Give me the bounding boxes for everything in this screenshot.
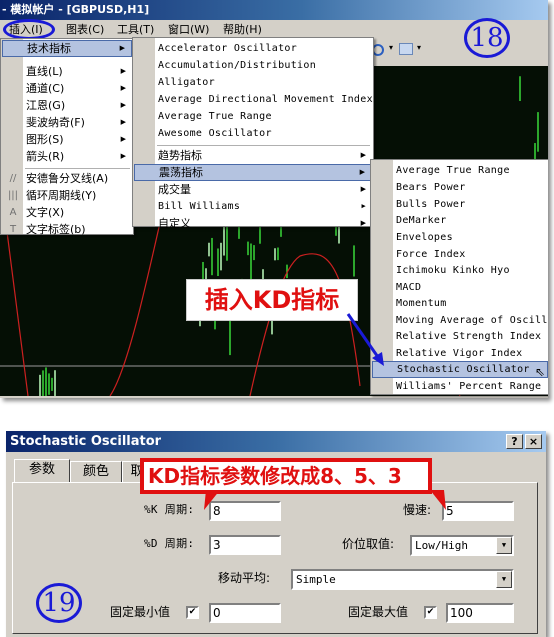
ma-method-label: 移动平均: <box>218 571 271 585</box>
menu-tools[interactable]: 工具(T) <box>117 22 154 37</box>
price-field-label: 价位取值: <box>342 537 395 551</box>
menu-item-fibonacci[interactable]: 斐波纳奇(F) ▶ <box>2 114 132 131</box>
oscillator-item[interactable]: MACD <box>372 279 548 296</box>
oscillator-item[interactable]: Williams' Percent Range <box>372 378 548 395</box>
annotation-arrow-icon <box>346 313 384 366</box>
oscillator-item[interactable]: Moving Average of Oscillat <box>372 312 548 329</box>
menu-item-arrows[interactable]: 箭头(R) ▶ <box>2 148 132 165</box>
fixed-min-input[interactable]: 0 <box>209 603 281 623</box>
menu-separator <box>25 168 130 169</box>
text-label-icon: T <box>9 224 17 235</box>
chevron-down-icon[interactable]: ▼ <box>496 571 512 588</box>
d-period-input[interactable]: 3 <box>209 535 281 555</box>
text-icon: A <box>9 207 17 218</box>
menu-item-gann[interactable]: 江恩(G) ▶ <box>2 97 132 114</box>
indicator-item[interactable]: Accumulation/Distribution <box>134 57 372 74</box>
slowing-label: 慢速: <box>403 503 432 517</box>
tab-colors[interactable]: 颜色 <box>70 461 122 483</box>
oscillator-item[interactable]: Force Index <box>372 246 548 263</box>
oscillator-item[interactable]: Relative Strength Index <box>372 328 548 345</box>
step-number-badge: 19 <box>36 583 82 623</box>
oscillator-item[interactable]: Average True Range <box>372 162 548 179</box>
indicator-item[interactable]: Average True Range <box>134 108 372 125</box>
oscillator-item[interactable]: Envelopes <box>372 229 548 246</box>
indicator-item[interactable]: Accelerator Oscillator <box>134 40 372 57</box>
oscillator-item[interactable]: Relative Vigor Index <box>372 345 548 362</box>
oscillators-submenu: Average True Range Bears Power Bulls Pow… <box>370 159 548 395</box>
menu-item-channels[interactable]: 通道(C) ▶ <box>2 80 132 97</box>
dialog-title: Stochastic Oscillator <box>6 431 546 452</box>
menu-separator <box>157 145 370 146</box>
fixed-min-checkbox[interactable]: ✔ <box>186 606 199 619</box>
fixed-min-label: 固定最小值 <box>110 605 171 619</box>
fixed-max-input[interactable]: 100 <box>446 603 514 623</box>
menu-help[interactable]: 帮助(H) <box>223 22 262 37</box>
oscillator-item[interactable]: Momentum <box>372 295 548 312</box>
menu-item-text-label[interactable]: T 文字标签(b) <box>2 221 132 238</box>
indicator-item[interactable]: Alligator <box>134 74 372 91</box>
price-field-select[interactable]: Low/High ▼ <box>410 535 514 556</box>
k-period-label: %K 周期: <box>144 503 195 516</box>
menu-item-oscillators[interactable]: 震荡指标 ▶ <box>134 164 372 181</box>
menu-item-technical-indicators[interactable]: 技术指标 ▶ <box>2 40 132 57</box>
terminal-window: - 模拟帐户 - [GBPUSD,H1] 插入(I) 图表(C) 工具(T) 窗… <box>0 0 548 398</box>
d-period-label: %D 周期: <box>144 537 195 550</box>
step-number-badge: 18 <box>464 18 510 58</box>
oscillator-item[interactable]: Bears Power <box>372 179 548 196</box>
fixed-max-checkbox[interactable]: ✔ <box>424 606 437 619</box>
menu-item-cycle-lines[interactable]: ||| 循环周期线(Y) <box>2 187 132 204</box>
dropdown-arrow-icon[interactable]: ▾ <box>389 43 393 52</box>
close-button[interactable]: × <box>525 434 542 449</box>
insert-kd-annotation: 插入KD指标 <box>186 279 358 321</box>
menu-item-trend-indicators[interactable]: 趋势指标 ▶ <box>134 147 372 164</box>
menu-item-text[interactable]: A 文字(X) <box>2 204 132 221</box>
menu-item-volumes[interactable]: 成交量 ▶ <box>134 181 372 198</box>
annotation-pointer-icon <box>430 490 446 510</box>
indicator-item[interactable]: Awesome Oscillator <box>134 125 372 142</box>
indicators-submenu: Accelerator Oscillator Accumulation/Dist… <box>132 37 374 230</box>
menu-item-andrews-pitchfork[interactable]: //安德鲁分叉线(A) <box>2 170 132 187</box>
menu-item-shapes[interactable]: 图形(S) ▶ <box>2 131 132 148</box>
window-title: - 模拟帐户 - [GBPUSD,H1] <box>0 0 548 20</box>
chevron-down-icon[interactable]: ▼ <box>496 537 512 554</box>
toolbar: ▾ ▾ 18 <box>372 18 548 62</box>
annotation-pointer-icon <box>204 490 220 510</box>
menu-item-custom[interactable]: 自定义 ▶ <box>134 215 372 232</box>
menu-window[interactable]: 窗口(W) <box>168 22 209 37</box>
insert-menu: 技术指标 ▶ 直线(L) ▶ 通道(C) ▶ 江恩(G) ▶ 斐波纳奇(F) ▶ 图形(S… <box>0 38 134 238</box>
help-button[interactable]: ? <box>506 434 523 449</box>
menu-item-lines[interactable]: 直线(L) ▶ <box>2 63 132 80</box>
cycle-lines-icon: ||| <box>7 190 19 201</box>
menu-item-bill-williams[interactable]: Bill Williams ▶ <box>134 198 372 215</box>
menu-charts[interactable]: 图表(C) <box>66 22 104 37</box>
mouse-cursor-icon: ⇖ <box>534 365 545 379</box>
indicator-item[interactable]: Average Directional Movement Index <box>134 91 373 108</box>
tab-parameters[interactable]: 参数 <box>14 459 70 483</box>
oscillator-item[interactable]: Ichimoku Kinko Hyo <box>372 262 548 279</box>
fixed-max-label: 固定最大值 <box>348 605 409 619</box>
pitchfork-icon: // <box>9 173 17 184</box>
template-icon[interactable] <box>399 43 413 55</box>
ma-method-select[interactable]: Simple ▼ <box>291 569 514 590</box>
insert-menu-highlight-circle <box>3 19 55 40</box>
dropdown-arrow-icon[interactable]: ▾ <box>417 43 421 52</box>
oscillator-item[interactable]: DeMarker <box>372 212 548 229</box>
oscillator-item[interactable]: Bulls Power <box>372 196 548 213</box>
oscillator-item-stochastic[interactable]: Stochastic Oscillator <box>372 361 548 378</box>
kd-params-annotation: KD指标参数修改成8、5、3 <box>140 458 432 494</box>
